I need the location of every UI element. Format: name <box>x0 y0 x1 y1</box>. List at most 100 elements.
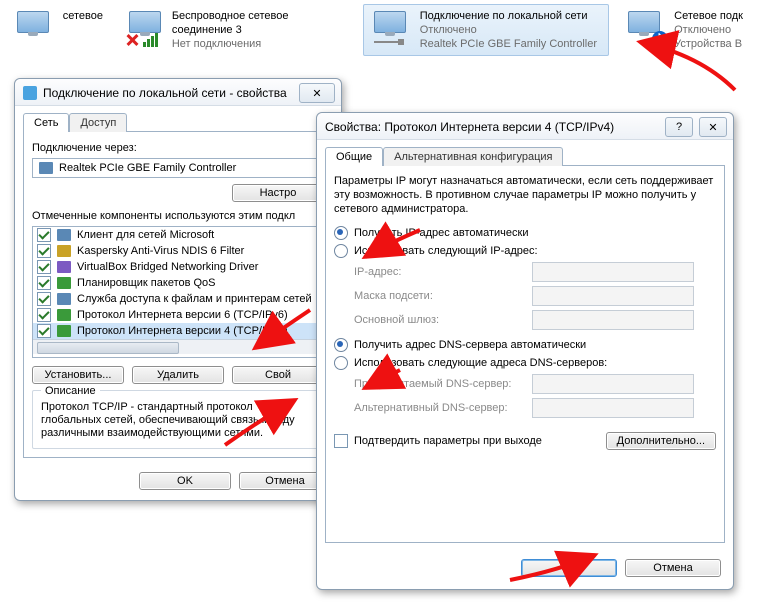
close-button[interactable]: ✕ <box>299 83 335 103</box>
checkbox[interactable] <box>334 434 348 448</box>
list-item-ipv4[interactable]: Протокол Интернета версии 4 (TCP/IPv4) <box>33 323 323 339</box>
radio-manual-dns[interactable]: Использовать следующие адреса DNS-сервер… <box>334 356 716 370</box>
tab-panel: Подключение через: Realtek PCIe GBE Fami… <box>23 131 333 458</box>
button-label: Отмена <box>653 562 692 574</box>
radio-label: Получить IP-адрес автоматически <box>354 227 528 239</box>
component-label: Протокол Интернета версии 6 (TCP/IPv6) <box>77 309 288 321</box>
button-label: OK <box>561 562 577 574</box>
adapter-field: Realtek PCIe GBE Family Controller <box>32 158 324 178</box>
description-title: Описание <box>41 385 100 397</box>
cancel-button[interactable]: Отмена <box>625 559 721 577</box>
radio-label: Получить адрес DNS-сервера автоматически <box>354 339 586 351</box>
radio-icon[interactable] <box>334 356 348 370</box>
net-conn-bluetooth[interactable]: ᛒ Сетевое подк Отключено Устройства B <box>617 4 757 56</box>
dns1-label: Предпочитаемый DNS-сервер: <box>354 378 524 390</box>
tab-label: Альтернативная конфигурация <box>394 151 552 163</box>
tab-alternate[interactable]: Альтернативная конфигурация <box>383 147 563 166</box>
net-adapter: Устройства B <box>674 37 743 51</box>
button-label: Дополнительно... <box>617 435 705 447</box>
net-title: Подключение по локальной сети <box>420 9 597 23</box>
description-group: Описание Протокол TCP/IP - стандартный п… <box>32 390 324 449</box>
ok-button[interactable]: OK <box>521 559 617 577</box>
checkbox-label: Подтвердить параметры при выходе <box>354 435 542 447</box>
tab-label: Доступ <box>80 117 116 129</box>
checkbox[interactable] <box>37 292 51 306</box>
scrollbar[interactable] <box>33 339 323 354</box>
mask-input <box>532 286 694 306</box>
components-list[interactable]: Клиент для сетей Microsoft Kaspersky Ant… <box>32 226 324 358</box>
net-title: Сетевое подк <box>674 9 743 23</box>
mask-label: Маска подсети: <box>354 290 524 302</box>
help-button[interactable]: ? <box>665 117 693 137</box>
network-connections-bar: сетевое Беспроводное сетевое соединение … <box>0 0 763 56</box>
checkbox[interactable] <box>37 308 51 322</box>
titlebar[interactable]: Свойства: Протокол Интернета версии 4 (T… <box>317 113 733 140</box>
tab-label: Сеть <box>34 117 58 129</box>
component-icon <box>57 261 71 273</box>
radio-auto-dns[interactable]: Получить адрес DNS-сервера автоматически <box>334 338 716 352</box>
window-title: Подключение по локальной сети - свойства <box>43 86 287 100</box>
checkbox[interactable] <box>37 276 51 290</box>
close-icon: ✕ <box>708 121 717 134</box>
adapter-icon <box>13 9 57 47</box>
checkbox[interactable] <box>37 228 51 242</box>
tab-label: Общие <box>336 151 372 163</box>
button-label: OK <box>177 475 193 487</box>
net-status: Нет подключения <box>172 37 348 51</box>
tab-panel: Параметры IP могут назначаться автоматич… <box>325 165 725 543</box>
ok-button[interactable]: OK <box>139 472 231 490</box>
connect-via-label: Подключение через: <box>32 142 324 154</box>
install-button[interactable]: Установить... <box>32 366 124 384</box>
net-conn-wireless[interactable]: Беспроводное сетевое соединение 3 Нет по… <box>118 4 355 56</box>
radio-icon[interactable] <box>334 244 348 258</box>
dialog-buttons: OK Отмена <box>317 551 733 589</box>
list-item[interactable]: Служба доступа к файлам и принтерам сете… <box>33 291 323 307</box>
radio-auto-ip[interactable]: Получить IP-адрес автоматически <box>334 226 716 240</box>
button-label: Свой <box>265 369 291 381</box>
net-adapter: Realtek PCIe GBE Family Controller <box>420 37 597 51</box>
list-item[interactable]: Kaspersky Anti-Virus NDIS 6 Filter <box>33 243 323 259</box>
window-icon <box>23 86 37 100</box>
tab-general[interactable]: Общие <box>325 147 383 166</box>
dns1-input <box>532 374 694 394</box>
tab-network[interactable]: Сеть <box>23 113 69 132</box>
adapter-small-icon <box>39 162 53 174</box>
radio-icon[interactable] <box>334 226 348 240</box>
checkbox[interactable] <box>37 244 51 258</box>
net-status: Отключено <box>420 23 597 37</box>
wireless-icon <box>125 9 166 47</box>
remove-button[interactable]: Удалить <box>132 366 224 384</box>
checkbox[interactable] <box>37 324 51 338</box>
dialog-buttons: OK Отмена <box>15 466 341 500</box>
list-item[interactable]: VirtualBox Bridged Networking Driver <box>33 259 323 275</box>
component-label: VirtualBox Bridged Networking Driver <box>77 261 258 273</box>
component-label: Клиент для сетей Microsoft <box>77 229 214 241</box>
net-conn-lan[interactable]: Подключение по локальной сети Отключено … <box>363 4 609 56</box>
bluetooth-icon: ᛒ <box>652 31 668 47</box>
radio-manual-ip[interactable]: Использовать следующий IP-адрес: <box>334 244 716 258</box>
list-item[interactable]: Протокол Интернета версии 6 (TCP/IPv6) <box>33 307 323 323</box>
ip-input <box>532 262 694 282</box>
close-button[interactable]: ✕ <box>699 117 727 137</box>
intro-text: Параметры IP могут назначаться автоматич… <box>334 174 716 216</box>
net-conn-item[interactable]: сетевое <box>6 4 110 56</box>
gateway-input <box>532 310 694 330</box>
bluetooth-adapter-icon: ᛒ <box>624 9 668 47</box>
list-item[interactable]: Планировщик пакетов QoS <box>33 275 323 291</box>
scroll-thumb[interactable] <box>37 342 179 354</box>
net-title: Беспроводное сетевое соединение 3 <box>172 9 348 37</box>
connection-properties-window: Подключение по локальной сети - свойства… <box>14 78 342 501</box>
help-icon: ? <box>676 121 682 133</box>
advanced-button[interactable]: Дополнительно... <box>606 432 716 450</box>
configure-button[interactable]: Настро <box>232 184 324 202</box>
confirm-on-exit[interactable]: Подтвердить параметры при выходе <box>334 434 542 448</box>
button-label: Настро <box>260 187 297 199</box>
radio-label: Использовать следующий IP-адрес: <box>354 245 538 257</box>
tab-access[interactable]: Доступ <box>69 113 127 132</box>
properties-button[interactable]: Свой <box>232 366 324 384</box>
checkbox[interactable] <box>37 260 51 274</box>
titlebar[interactable]: Подключение по локальной сети - свойства… <box>15 79 341 106</box>
component-icon <box>57 325 71 337</box>
list-item[interactable]: Клиент для сетей Microsoft <box>33 227 323 243</box>
radio-icon[interactable] <box>334 338 348 352</box>
